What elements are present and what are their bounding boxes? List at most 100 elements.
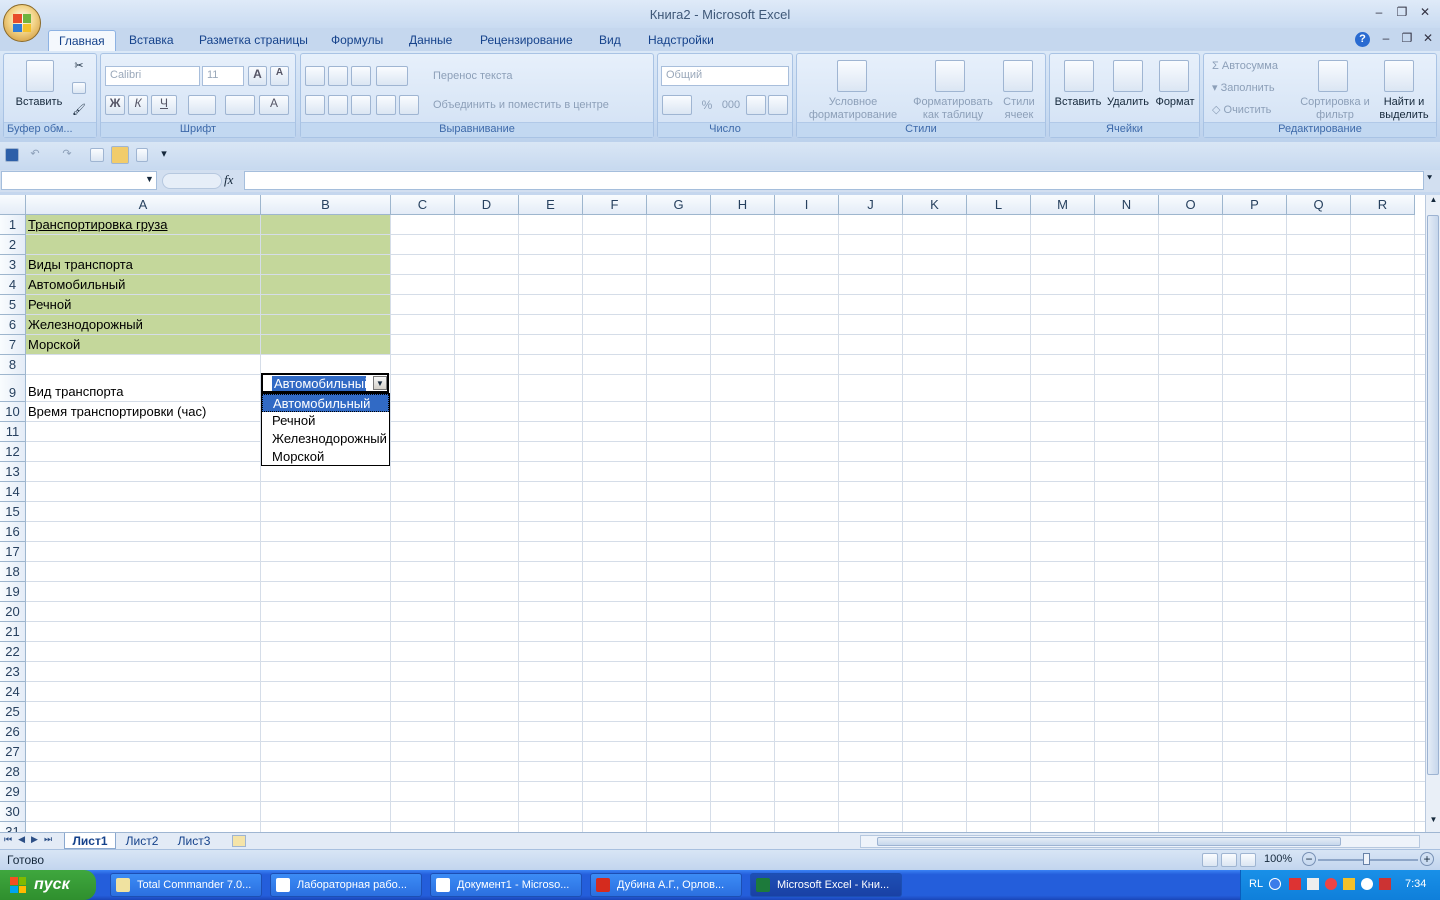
vertical-scroll-thumb[interactable] xyxy=(1427,215,1439,775)
customize-qat-icon[interactable]: ▾ xyxy=(158,148,170,161)
format-painter-icon[interactable]: 🖌 xyxy=(72,104,86,117)
insert-cells-button[interactable]: Вставить xyxy=(1052,96,1104,109)
row-header[interactable]: 18 xyxy=(0,562,26,582)
column-header[interactable]: K xyxy=(903,195,967,215)
column-header[interactable]: M xyxy=(1031,195,1095,215)
shrink-font-button[interactable]: A xyxy=(270,66,289,86)
currency-icon[interactable] xyxy=(662,95,692,115)
grow-font-button[interactable]: A xyxy=(248,66,267,86)
name-box-dropdown-icon[interactable]: ▼ xyxy=(145,174,154,184)
align-center-icon[interactable] xyxy=(328,95,348,115)
taskbar-item-total-commander[interactable]: Total Commander 7.0... xyxy=(110,873,262,897)
taskbar-item-lab-work[interactable]: Лабораторная рабо... xyxy=(270,873,422,897)
row-header[interactable]: 24 xyxy=(0,682,26,702)
align-middle-icon[interactable] xyxy=(328,66,348,86)
column-header[interactable]: G xyxy=(647,195,711,215)
align-bottom-icon[interactable] xyxy=(351,66,371,86)
number-format-select[interactable]: Общий xyxy=(661,66,789,86)
row-header[interactable]: 8 xyxy=(0,355,26,375)
column-header[interactable]: R xyxy=(1351,195,1415,215)
conditional-format-button[interactable]: Условное форматирование xyxy=(799,96,907,122)
italic-button[interactable]: К xyxy=(128,95,148,115)
decrease-decimal-icon[interactable] xyxy=(768,95,788,115)
font-color-button[interactable]: A xyxy=(259,95,289,115)
row-header[interactable]: 28 xyxy=(0,762,26,782)
ribbon-restore-button[interactable]: ❐ xyxy=(1396,30,1418,46)
align-top-icon[interactable] xyxy=(305,66,325,86)
column-header[interactable]: A xyxy=(26,195,261,215)
column-header[interactable]: C xyxy=(391,195,455,215)
print-preview-icon[interactable] xyxy=(90,148,104,162)
tab-view[interactable]: Вид xyxy=(589,30,631,51)
scroll-down-icon[interactable]: ▼ xyxy=(1427,815,1440,829)
zoom-slider-thumb[interactable] xyxy=(1363,853,1370,865)
underline-button[interactable]: Ч xyxy=(151,95,177,115)
row-header[interactable]: 21 xyxy=(0,622,26,642)
tab-formulas[interactable]: Формулы xyxy=(321,30,393,51)
merge-center-button[interactable]: Объединить и поместить в центре xyxy=(433,99,609,112)
row-header[interactable]: 22 xyxy=(0,642,26,662)
ribbon-minimize-button[interactable]: ‒ xyxy=(1375,30,1397,46)
insert-function-button[interactable]: fx xyxy=(224,172,233,188)
row-header[interactable]: 16 xyxy=(0,522,26,542)
tray-arrow-icon[interactable] xyxy=(1269,878,1281,890)
paste-button[interactable]: Вставить xyxy=(10,96,68,109)
row-header[interactable]: 19 xyxy=(0,582,26,602)
formula-input[interactable] xyxy=(244,171,1424,190)
tray-antivirus-icon[interactable] xyxy=(1379,878,1391,890)
cell-b9[interactable]: Автомобильный ▼ xyxy=(261,373,389,393)
row-header[interactable]: 5 xyxy=(0,295,26,315)
copy-icon[interactable] xyxy=(72,82,86,94)
page-break-view-icon[interactable] xyxy=(1240,853,1256,867)
delete-cells-button[interactable]: Удалить xyxy=(1104,96,1152,109)
tab-data[interactable]: Данные xyxy=(399,30,462,51)
tray-network-icon[interactable] xyxy=(1307,878,1319,890)
dropdown-option[interactable]: Железнодорожный xyxy=(262,430,389,448)
start-button[interactable]: пуск xyxy=(0,870,96,900)
tab-insert[interactable]: Вставка xyxy=(119,30,184,51)
row-header[interactable]: 12 xyxy=(0,442,26,462)
cell-a4[interactable]: Автомобильный xyxy=(26,275,125,295)
tray-pdf-icon[interactable] xyxy=(1289,878,1301,890)
row-header[interactable]: 9 xyxy=(0,375,26,402)
insert-sheet-icon[interactable] xyxy=(232,835,246,847)
restore-button[interactable]: ❐ xyxy=(1391,4,1413,20)
scroll-up-icon[interactable]: ▲ xyxy=(1427,195,1440,209)
column-header[interactable]: E xyxy=(519,195,583,215)
row-header[interactable]: 7 xyxy=(0,335,26,355)
dropdown-option[interactable]: Речной xyxy=(262,412,389,430)
row-header[interactable]: 27 xyxy=(0,742,26,762)
minimize-button[interactable]: ‒ xyxy=(1368,4,1390,20)
column-header[interactable]: D xyxy=(455,195,519,215)
worksheet-grid[interactable]: ABCDEFGHIJKLMNOPQR 1 2 3 4 5 6 7 8 9 10 11 12 13 14 15… xyxy=(0,195,1425,832)
cell-styles-button[interactable]: Стили ячеек xyxy=(999,96,1039,122)
row-header[interactable]: 23 xyxy=(0,662,26,682)
decrease-indent-icon[interactable] xyxy=(376,95,396,115)
tab-page-layout[interactable]: Разметка страницы xyxy=(189,30,318,51)
row-header[interactable]: 4 xyxy=(0,275,26,295)
vertical-scrollbar[interactable]: ▲ ▼ xyxy=(1425,195,1440,832)
wrap-text-button[interactable]: Перенос текста xyxy=(433,70,513,83)
cut-icon[interactable]: ✂ xyxy=(72,60,86,73)
autosum-button[interactable]: Σ Автосумма xyxy=(1212,60,1278,73)
save-icon[interactable] xyxy=(5,148,19,162)
thousands-button[interactable]: 000 xyxy=(720,99,742,112)
cell-a10[interactable]: Время транспортировки (час) xyxy=(26,402,206,422)
taskbar-item-excel[interactable]: Microsoft Excel - Кни... xyxy=(750,873,902,897)
row-header[interactable]: 29 xyxy=(0,782,26,802)
fill-button[interactable]: ▾ Заполнить xyxy=(1212,82,1275,95)
column-header[interactable]: L xyxy=(967,195,1031,215)
row-header[interactable]: 6 xyxy=(0,315,26,335)
cell-a5[interactable]: Речной xyxy=(26,295,71,315)
sheet-tab-2[interactable]: Лист2 xyxy=(118,833,166,849)
align-right-icon[interactable] xyxy=(351,95,371,115)
sheet-tab-3[interactable]: Лист3 xyxy=(170,833,218,849)
tab-review[interactable]: Рецензирование xyxy=(470,30,583,51)
page-layout-view-icon[interactable] xyxy=(1221,853,1237,867)
row-header[interactable]: 11 xyxy=(0,422,26,442)
tray-shield-icon[interactable] xyxy=(1343,878,1355,890)
normal-view-icon[interactable] xyxy=(1202,853,1218,867)
office-button[interactable] xyxy=(3,4,41,42)
percent-button[interactable]: % xyxy=(698,99,716,112)
close-button[interactable]: ✕ xyxy=(1414,4,1436,20)
